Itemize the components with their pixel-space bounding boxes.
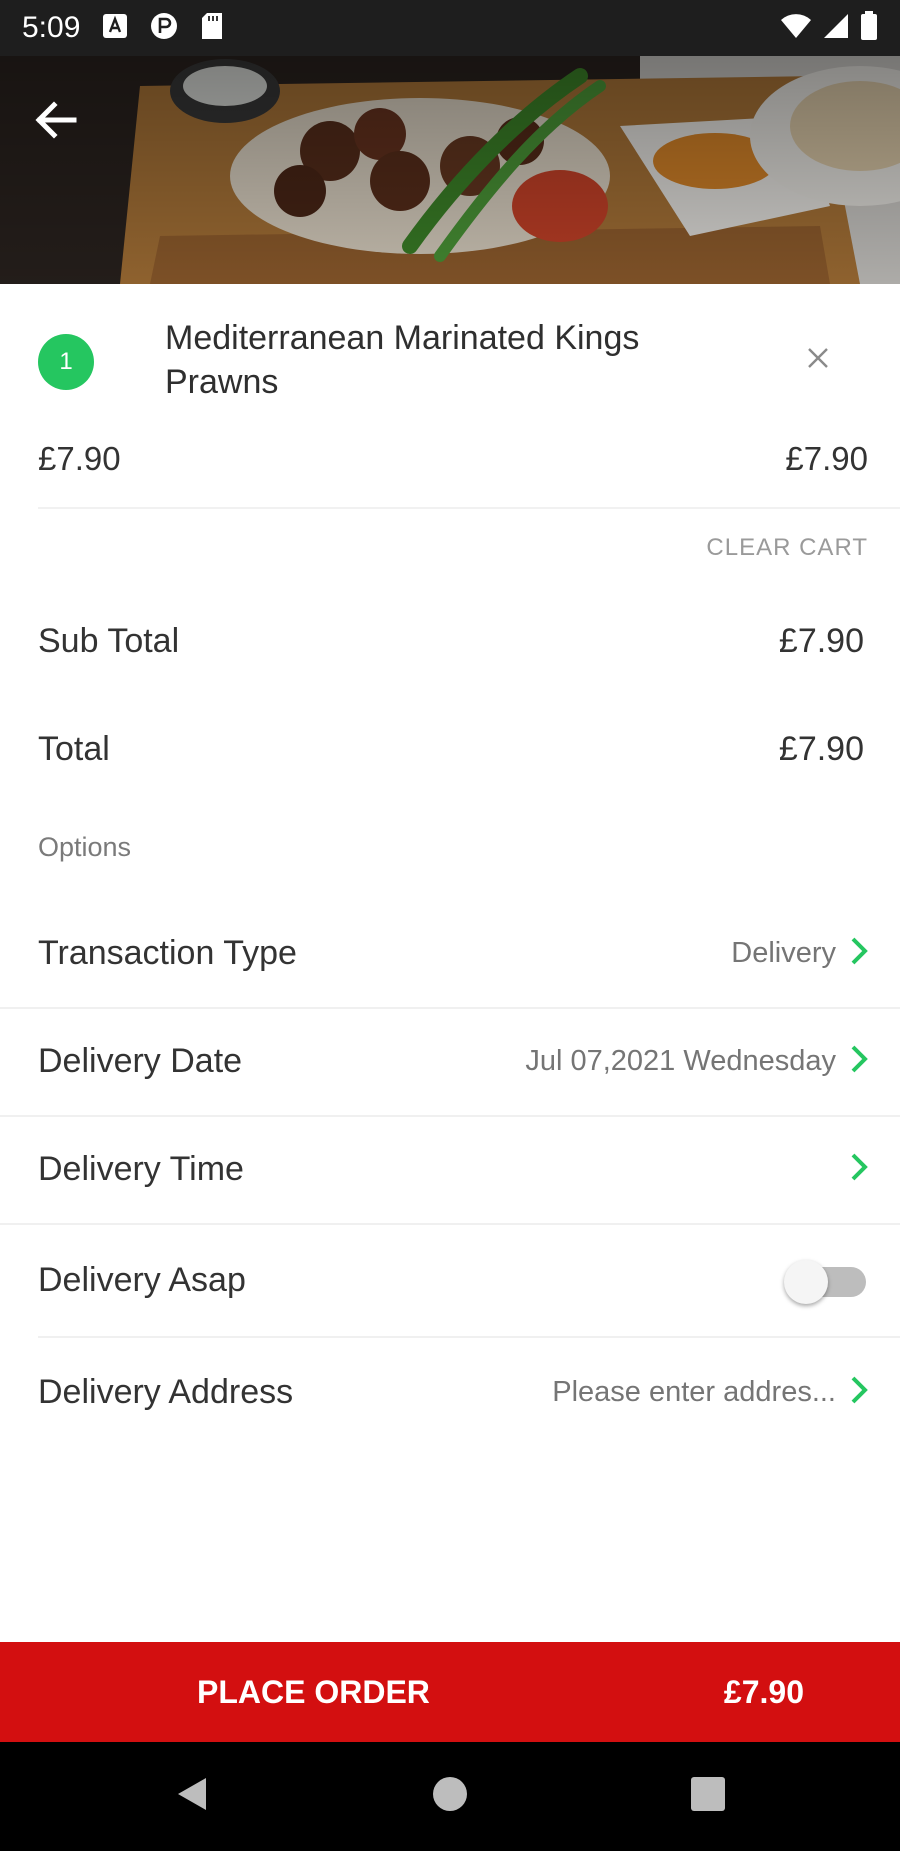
transaction-type-row[interactable]: Transaction Type Delivery [0, 900, 900, 1007]
nav-recents-button[interactable] [680, 1768, 736, 1824]
triangle-back-icon [172, 1774, 212, 1819]
toggle-thumb [784, 1259, 828, 1304]
cell-signal-icon [822, 12, 850, 45]
transaction-type-label: Transaction Type [38, 934, 297, 972]
clear-cart-button[interactable]: CLEAR CART [706, 534, 868, 562]
place-order-amount: £7.90 [723, 1673, 804, 1710]
delivery-date-row[interactable]: Delivery Date Jul 07,2021 Wednesday [0, 1008, 900, 1115]
option-divider [38, 1336, 900, 1338]
item-line-price: £7.90 [785, 440, 868, 477]
total-value: £7.90 [778, 730, 864, 768]
delivery-asap-label: Delivery Asap [38, 1261, 246, 1299]
option-divider [0, 1223, 900, 1225]
delivery-address-label: Delivery Address [38, 1373, 294, 1411]
status-left: 5:09 [22, 11, 224, 45]
nav-back-button[interactable] [164, 1768, 220, 1824]
sd-card-icon [200, 12, 224, 45]
place-order-label: PLACE ORDER [197, 1673, 430, 1710]
chevron-right-icon [850, 1152, 868, 1187]
circle-home-icon [430, 1774, 470, 1819]
chevron-right-icon [850, 1044, 868, 1079]
transaction-type-value: Delivery [731, 937, 836, 969]
notification-a-icon [102, 13, 128, 44]
chevron-right-icon [850, 936, 868, 971]
subtotal-value: £7.90 [778, 622, 864, 660]
back-button[interactable] [26, 92, 86, 152]
quantity-badge: 1 [38, 334, 94, 390]
delivery-address-row[interactable]: Delivery Address Please enter addres... [0, 1339, 900, 1446]
arrow-left-icon [34, 100, 78, 145]
delivery-time-label: Delivery Time [38, 1150, 244, 1188]
delivery-asap-row: Delivery Asap [0, 1227, 900, 1334]
chevron-right-icon [850, 1375, 868, 1410]
item-unit-price: £7.90 [38, 440, 121, 477]
system-nav-bar [0, 1742, 900, 1851]
remove-item-button[interactable] [800, 342, 836, 378]
total-label: Total [38, 730, 110, 768]
square-recents-icon [688, 1774, 728, 1819]
options-heading: Options [38, 832, 132, 862]
place-order-button[interactable]: PLACE ORDER £7.90 [0, 1642, 900, 1742]
item-name: Mediterranean Marinated Kings Prawns [165, 319, 640, 401]
delivery-time-right [836, 1152, 868, 1187]
battery-icon [860, 10, 878, 46]
close-icon [807, 347, 829, 374]
delivery-date-value: Jul 07,2021 Wednesday [525, 1045, 836, 1077]
delivery-asap-toggle[interactable] [784, 1258, 868, 1304]
notification-p-icon [150, 12, 178, 45]
delivery-address-value: Please enter addres... [552, 1376, 836, 1408]
delivery-date-label: Delivery Date [38, 1042, 243, 1080]
subtotal-label: Sub Total [38, 622, 180, 660]
hero-image [0, 56, 900, 284]
item-divider [38, 507, 900, 509]
status-right [780, 10, 878, 46]
delivery-time-row[interactable]: Delivery Time [0, 1116, 900, 1223]
subtotal-row: Sub Total £7.90 [38, 622, 864, 661]
nav-home-button[interactable] [422, 1768, 478, 1824]
transaction-type-right: Delivery [731, 936, 868, 971]
delivery-address-right: Please enter addres... [552, 1375, 868, 1410]
wifi-icon [780, 13, 812, 44]
delivery-date-right: Jul 07,2021 Wednesday [525, 1044, 868, 1079]
status-time: 5:09 [22, 11, 81, 44]
status-bar: 5:09 [0, 0, 900, 56]
total-row: Total £7.90 [38, 730, 864, 769]
